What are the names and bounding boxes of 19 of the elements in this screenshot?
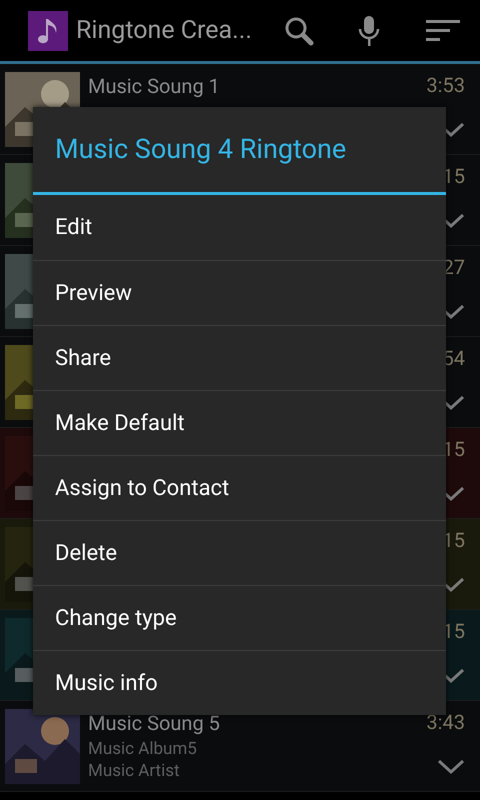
song-title: Music Soung 1 bbox=[88, 73, 221, 99]
menu-item[interactable]: Make Default bbox=[33, 390, 446, 455]
menu-item[interactable]: Share bbox=[33, 325, 446, 390]
song-duration: 15 bbox=[442, 163, 465, 189]
menu-item[interactable]: Music info bbox=[33, 650, 446, 715]
song-duration: 3:53 bbox=[426, 72, 465, 98]
music-note-icon[interactable] bbox=[28, 10, 68, 50]
menu-item[interactable]: Change type bbox=[33, 585, 446, 650]
search-icon[interactable] bbox=[284, 16, 314, 46]
sort-icon[interactable] bbox=[426, 18, 460, 42]
app-title: Ringtone Crea... bbox=[76, 14, 252, 47]
menu-item[interactable]: Edit bbox=[33, 195, 446, 260]
dialog-title: Music Soung 4 Ringtone bbox=[55, 132, 346, 168]
menu-item[interactable]: Assign to Contact bbox=[33, 455, 446, 520]
menu-item[interactable]: Delete bbox=[33, 520, 446, 585]
song-album: Music Album5 bbox=[88, 738, 198, 760]
microphone-icon[interactable] bbox=[358, 14, 380, 46]
song-artist: Music Artist bbox=[88, 760, 181, 782]
menu-item[interactable]: Preview bbox=[33, 260, 446, 325]
